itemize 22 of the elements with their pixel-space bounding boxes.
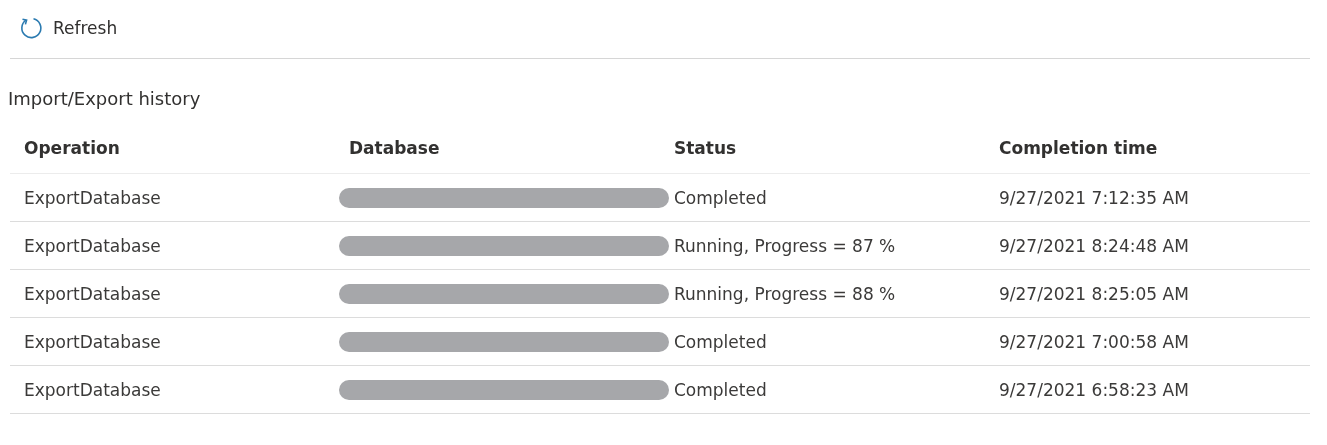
section-title: Import/Export history <box>8 87 202 111</box>
column-header: Status <box>660 123 985 174</box>
table-cell: 9/27/2021 8:24:48 AM <box>985 221 1310 270</box>
table-cell: 9/27/2021 6:58:23 AM <box>985 365 1310 414</box>
column-header: Operation <box>10 123 335 174</box>
table-cell: Completed <box>660 173 985 222</box>
table-cell: ExportDatabase <box>10 221 335 270</box>
table-cell: 9/27/2021 7:00:58 AM <box>985 317 1310 366</box>
table-cell: ExportDatabase <box>10 365 335 414</box>
table-cell: ExportDatabase <box>10 269 335 318</box>
table-cell: ExportDatabase <box>10 173 335 222</box>
table-cell: Completed <box>660 317 985 366</box>
refresh-button[interactable]: Refresh <box>10 12 126 44</box>
table-cell: Completed <box>660 365 985 414</box>
table-cell: ExportDatabase <box>10 317 335 366</box>
table-cell: 9/27/2021 7:12:35 AM <box>985 173 1310 222</box>
column-header: Completion time <box>985 123 1310 174</box>
refresh-icon <box>19 16 43 40</box>
table-cell: Running, Progress = 87 % <box>660 221 985 270</box>
table-cell: Running, Progress = 88 % <box>660 269 985 318</box>
table-cell: 9/27/2021 8:25:05 AM <box>985 269 1310 318</box>
column-header: Database <box>335 123 660 174</box>
